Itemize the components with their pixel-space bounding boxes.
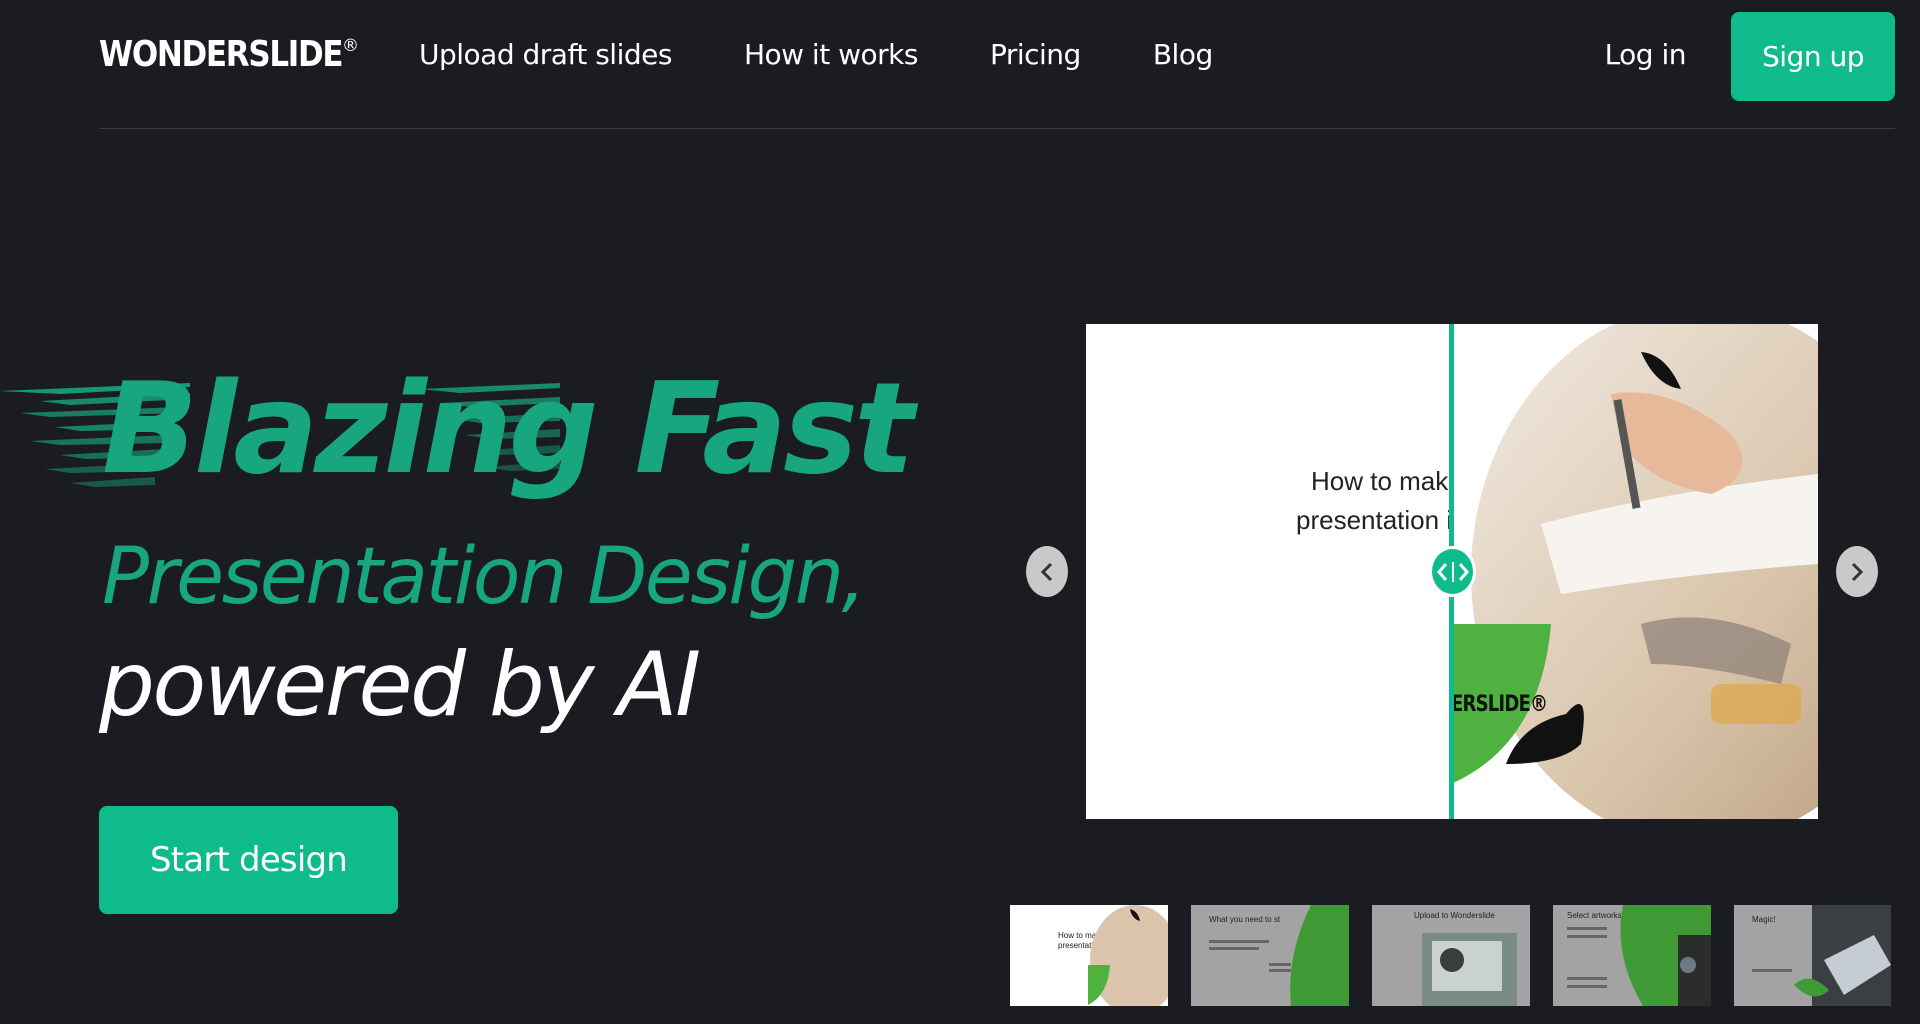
start-design-button[interactable]: Start design [99,806,398,914]
hero-headline: Blazing Fast [102,355,914,502]
thumbnail-4[interactable]: Select artworks [1553,905,1711,1006]
chevron-left-icon[interactable] [1026,546,1068,597]
chevron-right-icon[interactable] [1836,546,1878,597]
slide-after: ERSLIDE® [1451,324,1818,819]
designed-slide-photo [1451,324,1818,819]
login-link[interactable]: Log in [1605,38,1687,71]
slide-title: How to mak presentation i [1296,466,1451,535]
slide-brand-text: ERSLIDE® [1451,692,1548,717]
thumbnail-5[interactable]: Magic! [1734,905,1891,1006]
main-nav: Upload draft slides How it works Pricing… [419,38,1285,71]
nav-how-it-works[interactable]: How it works [744,38,919,71]
nav-pricing[interactable]: Pricing [990,38,1081,71]
thumbnail-1[interactable]: How to mak presentation [1010,905,1168,1006]
registered-mark: ® [342,36,359,56]
thumbnail-3[interactable]: Upload to Wonderslide [1372,905,1530,1006]
slide-before: How to mak presentation i [1086,324,1451,819]
top-nav: WONDERSLIDE ® Upload draft slides How it… [99,0,1895,129]
hero-tagline: powered by AI [99,633,701,736]
nav-upload-draft-slides[interactable]: Upload draft slides [419,38,672,71]
nav-blog[interactable]: Blog [1153,38,1213,71]
hero-subheadline: Presentation Design, [102,532,866,622]
signup-button[interactable]: Sign up [1731,12,1895,101]
compare-arrows-icon[interactable] [1429,546,1476,597]
thumbnail-2[interactable]: What you need to st [1191,905,1349,1006]
slide-thumbnails: How to mak presentation What you need to… [1010,905,1891,1006]
wonderslide-logo[interactable]: WONDERSLIDE [99,34,344,75]
